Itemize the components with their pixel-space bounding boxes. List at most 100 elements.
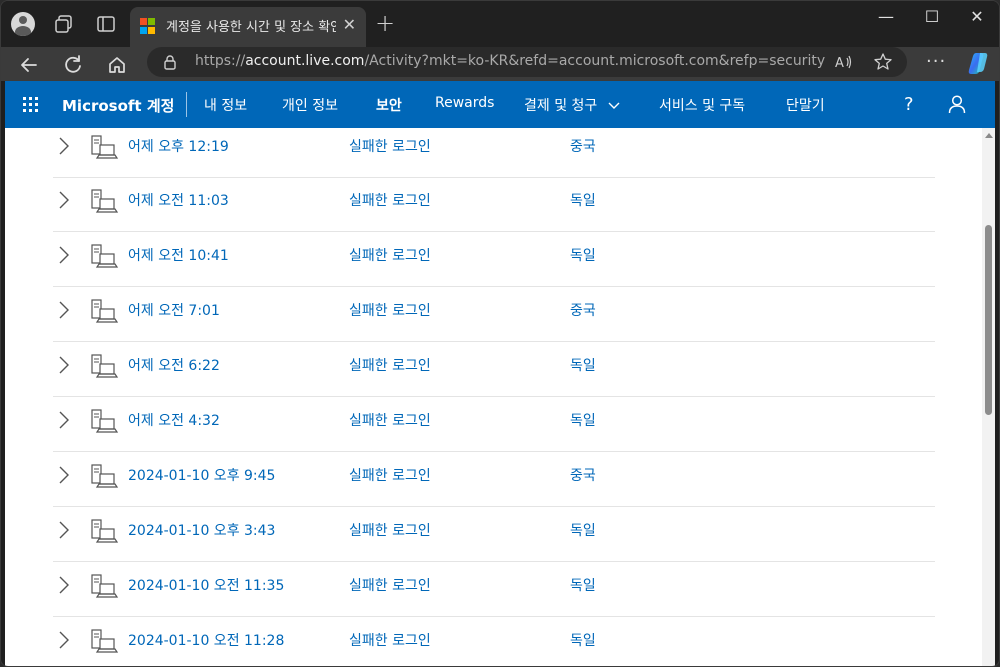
- activity-time[interactable]: 2024-01-10 오전 11:28: [128, 630, 284, 650]
- activity-status[interactable]: 실패한 로그인: [349, 410, 431, 430]
- activity-country[interactable]: 독일: [570, 245, 596, 265]
- activity-list: 어제 오후 12:19 실패한 로그인 중국 어제 오전 11:03 실패한 로그인 독일…: [5, 128, 982, 666]
- activity-row[interactable]: 2024-01-10 오전 11:28 실패한 로그인 독일: [53, 617, 935, 666]
- url-host: account.live.com: [245, 53, 365, 69]
- activity-row[interactable]: 어제 오전 6:22 실패한 로그인 독일: [53, 342, 935, 397]
- activity-country[interactable]: 독일: [570, 520, 596, 540]
- activity-status[interactable]: 실패한 로그인: [349, 630, 431, 650]
- activity-time[interactable]: 어제 오후 12:19: [128, 136, 229, 156]
- scroll-up-arrow-icon[interactable]: [985, 133, 993, 138]
- activity-status[interactable]: 실패한 로그인: [349, 520, 431, 540]
- activity-time[interactable]: 어제 오전 6:22: [128, 355, 220, 375]
- nav-payment-billing[interactable]: 결제 및 청구: [524, 95, 620, 115]
- activity-time[interactable]: 어제 오전 4:32: [128, 410, 220, 430]
- activity-row[interactable]: 어제 오전 4:32 실패한 로그인 독일: [53, 397, 935, 452]
- activity-time[interactable]: 2024-01-10 오후 3:43: [128, 520, 275, 540]
- header-divider: [186, 92, 187, 117]
- chevron-right-icon[interactable]: [57, 629, 71, 651]
- chevron-right-icon[interactable]: [57, 464, 71, 486]
- activity-status[interactable]: 실패한 로그인: [349, 136, 431, 156]
- chevron-right-icon[interactable]: [57, 574, 71, 596]
- back-icon[interactable]: [15, 51, 43, 79]
- computer-device-icon: [91, 135, 119, 159]
- read-aloud-icon[interactable]: A: [834, 52, 854, 72]
- activity-time[interactable]: 어제 오전 11:03: [128, 190, 229, 210]
- activity-time[interactable]: 2024-01-10 오전 11:35: [128, 575, 284, 595]
- activity-status[interactable]: 실패한 로그인: [349, 575, 431, 595]
- computer-device-icon: [91, 244, 119, 268]
- app-launcher-icon[interactable]: [23, 97, 38, 112]
- activity-country[interactable]: 독일: [570, 575, 596, 595]
- more-icon[interactable]: ···: [926, 51, 946, 72]
- chevron-right-icon[interactable]: [57, 409, 71, 431]
- address-bar[interactable]: https://account.live.com/Activity?mkt=ko…: [147, 47, 907, 77]
- nav-services-subscriptions[interactable]: 서비스 및 구독: [659, 95, 745, 115]
- workspaces-icon[interactable]: [53, 13, 75, 35]
- copilot-icon[interactable]: [965, 50, 991, 76]
- browser-toolbar: https://account.live.com/Activity?mkt=ko…: [1, 47, 999, 81]
- new-tab-button[interactable]: +: [375, 9, 395, 37]
- activity-country[interactable]: 독일: [570, 190, 596, 210]
- activity-status[interactable]: 실패한 로그인: [349, 465, 431, 485]
- tab-title: 계정을 사용한 시간 및 장소 확인: [166, 20, 336, 35]
- activity-country[interactable]: 독일: [570, 630, 596, 650]
- browser-window: 계정을 사용한 시간 및 장소 확인 ✕ + — ☐ ✕ https://acc…: [0, 0, 1000, 667]
- computer-device-icon: [91, 574, 119, 598]
- chevron-right-icon[interactable]: [57, 354, 71, 376]
- account-user-icon[interactable]: [947, 94, 967, 114]
- activity-country[interactable]: 중국: [570, 136, 596, 156]
- url-text[interactable]: https://account.live.com/Activity?mkt=ko…: [195, 53, 825, 69]
- nav-security[interactable]: 보안: [376, 95, 402, 115]
- activity-time[interactable]: 어제 오전 7:01: [128, 300, 220, 320]
- maximize-button[interactable]: ☐: [909, 7, 955, 31]
- activity-row[interactable]: 어제 오전 11:03 실패한 로그인 독일: [53, 177, 935, 232]
- activity-status[interactable]: 실패한 로그인: [349, 190, 431, 210]
- help-icon[interactable]: ?: [899, 94, 919, 114]
- logo-square: [140, 26, 147, 34]
- active-tab[interactable]: 계정을 사용한 시간 및 장소 확인 ✕: [130, 7, 366, 47]
- activity-row[interactable]: 2024-01-10 오후 3:43 실패한 로그인 독일: [53, 507, 935, 562]
- nav-rewards[interactable]: Rewards: [435, 95, 494, 111]
- chevron-right-icon[interactable]: [57, 244, 71, 266]
- activity-country[interactable]: 중국: [570, 300, 596, 320]
- nav-privacy[interactable]: 개인 정보: [282, 95, 338, 115]
- close-window-button[interactable]: ✕: [954, 7, 999, 31]
- microsoft-logo-icon: [140, 18, 156, 34]
- activity-time[interactable]: 2024-01-10 오후 9:45: [128, 465, 275, 485]
- nav-devices[interactable]: 단말기: [786, 95, 825, 115]
- chevron-right-icon[interactable]: [57, 189, 71, 211]
- url-path: /Activity?mkt=ko-KR&refd=account.microso…: [364, 53, 826, 69]
- nav-my-info[interactable]: 내 정보: [204, 95, 247, 115]
- favorite-star-icon[interactable]: [873, 52, 893, 72]
- svg-text:A: A: [835, 56, 844, 71]
- activity-time[interactable]: 어제 오전 10:41: [128, 245, 229, 265]
- computer-device-icon: [91, 299, 119, 323]
- activity-row[interactable]: 어제 오후 12:19 실패한 로그인 중국: [53, 128, 935, 178]
- chevron-down-icon: [608, 102, 620, 109]
- tab-actions-icon[interactable]: [95, 13, 117, 35]
- chevron-right-icon[interactable]: [57, 299, 71, 321]
- account-brand-link[interactable]: Microsoft 계정: [62, 95, 174, 116]
- profile-icon[interactable]: [11, 12, 35, 36]
- activity-row[interactable]: 2024-01-10 오후 9:45 실패한 로그인 중국: [53, 452, 935, 507]
- activity-status[interactable]: 실패한 로그인: [349, 245, 431, 265]
- activity-status[interactable]: 실패한 로그인: [349, 300, 431, 320]
- refresh-icon[interactable]: [59, 51, 87, 79]
- scrollbar-thumb[interactable]: [985, 225, 992, 415]
- minimize-button[interactable]: —: [863, 7, 909, 31]
- chevron-right-icon[interactable]: [57, 519, 71, 541]
- activity-row[interactable]: 어제 오전 10:41 실패한 로그인 독일: [53, 232, 935, 287]
- page-scrollbar[interactable]: [982, 128, 995, 666]
- activity-row[interactable]: 어제 오전 7:01 실패한 로그인 중국: [53, 287, 935, 342]
- activity-row[interactable]: 2024-01-10 오전 11:35 실패한 로그인 독일: [53, 562, 935, 617]
- computer-device-icon: [91, 519, 119, 543]
- close-tab-icon[interactable]: ✕: [343, 15, 356, 34]
- activity-country[interactable]: 중국: [570, 465, 596, 485]
- chevron-right-icon[interactable]: [57, 135, 71, 157]
- activity-country[interactable]: 독일: [570, 410, 596, 430]
- home-icon[interactable]: [103, 51, 131, 79]
- lock-icon[interactable]: [163, 54, 177, 70]
- activity-status[interactable]: 실패한 로그인: [349, 355, 431, 375]
- computer-device-icon: [91, 629, 119, 653]
- activity-country[interactable]: 독일: [570, 355, 596, 375]
